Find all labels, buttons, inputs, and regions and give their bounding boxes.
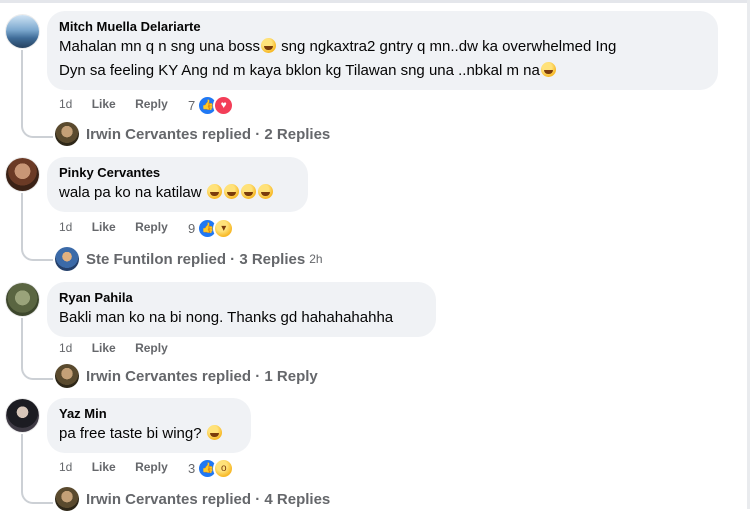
avatar <box>55 364 79 388</box>
replies-summary: Irwin Cervantes replied · 1 Reply <box>86 367 318 385</box>
wow-icon: o <box>213 458 235 479</box>
avatar <box>55 487 79 511</box>
timestamp[interactable]: 1d <box>59 460 72 474</box>
comment-author[interactable]: Mitch Muella Delariarte <box>59 19 706 35</box>
avatar <box>55 122 79 146</box>
replies-summary: Irwin Cervantes replied · 4 Replies <box>86 490 331 508</box>
thread-line <box>21 434 23 488</box>
reaction-count: 7 <box>188 97 196 113</box>
replies-link[interactable]: Irwin Cervantes replied · 2 Replies <box>55 122 330 146</box>
like-button[interactable]: Like <box>92 220 116 234</box>
comment-author[interactable]: Ryan Pahila <box>59 290 424 306</box>
reaction-count: 3 <box>188 460 196 476</box>
thread-line <box>21 50 23 122</box>
comment-text: Bakli man ko na bi nong. Thanks gd hahah… <box>59 309 394 326</box>
reply-button[interactable]: Reply <box>135 97 168 111</box>
replies-summary: Irwin Cervantes replied · 2 Replies <box>86 125 331 143</box>
comment-actions: 1d Like Reply <box>59 96 184 112</box>
like-button[interactable]: Like <box>92 97 116 111</box>
haha-icon: ▾ <box>213 218 235 239</box>
comment-bubble: Pinky Cervantes wala pa ko na katilaw <box>47 157 308 212</box>
reply-button[interactable]: Reply <box>135 460 168 474</box>
reactions-summary[interactable]: 9 👍 ▾ <box>188 218 235 239</box>
avatar <box>55 247 79 271</box>
emoji-icon <box>240 184 256 199</box>
comment-text: wala pa ko na katilaw <box>59 183 296 203</box>
top-divider <box>0 0 750 3</box>
comment-bubble: Yaz Min pa free taste bi wing? <box>47 398 251 453</box>
replies-link[interactable]: Irwin Cervantes replied · 1 Reply <box>55 364 318 388</box>
comment-actions: 1d Like Reply <box>59 459 184 475</box>
timestamp[interactable]: 1d <box>59 97 72 111</box>
like-button[interactable]: Like <box>92 460 116 474</box>
thread-line <box>21 193 23 245</box>
timestamp[interactable]: 1d <box>59 220 72 234</box>
reply-button[interactable]: Reply <box>135 341 168 355</box>
replies-link[interactable]: Ste Funtilon replied · 3 Replies 2h <box>55 247 323 271</box>
comment-author[interactable]: Pinky Cervantes <box>59 165 296 181</box>
reply-timestamp: 2h <box>309 252 323 266</box>
avatar[interactable] <box>6 15 39 48</box>
comment-actions: 1d Like Reply <box>59 340 184 356</box>
reply-button[interactable]: Reply <box>135 220 168 234</box>
emoji-icon <box>206 425 222 440</box>
avatar[interactable] <box>6 283 39 316</box>
thread-curve <box>21 122 53 138</box>
reaction-count: 9 <box>188 220 196 236</box>
emoji-icon <box>260 38 276 53</box>
thread-curve <box>21 245 53 261</box>
emoji-icon <box>257 184 273 199</box>
reactions-summary[interactable]: 7 👍 ♥ <box>188 95 235 116</box>
comment-bubble: Mitch Muella Delariarte Mahalan mn q n s… <box>47 11 718 90</box>
timestamp[interactable]: 1d <box>59 341 72 355</box>
emoji-icon <box>540 62 556 77</box>
comment-author[interactable]: Yaz Min <box>59 406 239 422</box>
reactions-summary[interactable]: 3 👍 o <box>188 458 235 479</box>
emoji-icon <box>206 184 222 199</box>
emoji-icon <box>223 184 239 199</box>
replies-summary: Ste Funtilon replied · 3 Replies <box>86 250 306 268</box>
avatar[interactable] <box>6 158 39 191</box>
love-icon: ♥ <box>213 95 235 116</box>
avatar[interactable] <box>6 399 39 432</box>
thread-curve <box>21 488 53 504</box>
like-button[interactable]: Like <box>92 341 116 355</box>
replies-link[interactable]: Irwin Cervantes replied · 4 Replies <box>55 487 330 511</box>
comment-text-line2: Dyn sa feeling KY Ang nd m kaya bklon kg… <box>59 61 706 81</box>
comment-actions: 1d Like Reply <box>59 219 184 235</box>
comment-bubble: Ryan Pahila Bakli man ko na bi nong. Tha… <box>47 282 436 337</box>
comment-text: pa free taste bi wing? <box>59 424 239 444</box>
thread-line <box>21 318 23 364</box>
thread-curve <box>21 364 53 380</box>
comment-text: Mahalan mn q n sng una boss sng ngkaxtra… <box>59 38 617 55</box>
